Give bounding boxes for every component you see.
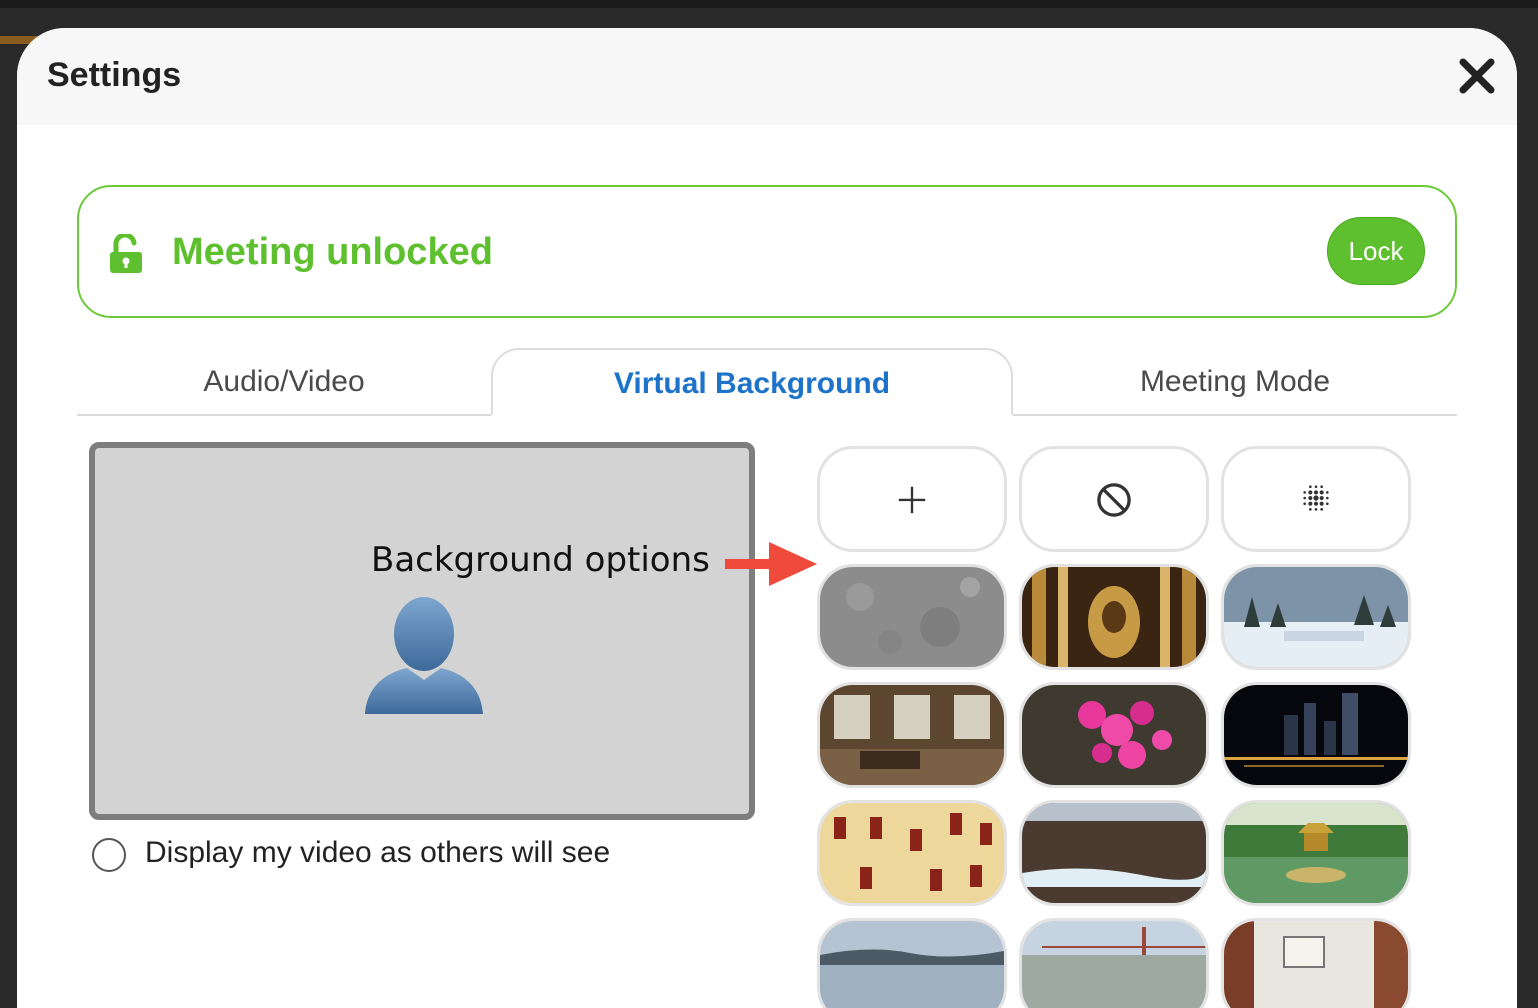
background-thumbnail-ornate-hall[interactable] [1019,564,1209,670]
add-background-icon [898,486,926,514]
person-silhouette-icon [365,597,483,714]
background-thumbnail-building-facade[interactable] [817,800,1007,906]
background-thumbnail-pagoda-garden[interactable] [1221,800,1411,906]
tab-meeting-mode[interactable]: Meeting Mode [1013,348,1457,416]
background-thumbnail-stone-texture[interactable] [817,564,1007,670]
lock-button[interactable]: Lock [1327,217,1425,285]
background-thumbnail-pink-flowers[interactable] [1019,682,1209,788]
settings-dialog: Settings Meeting unlocked Lock Audio/Vid… [17,28,1517,1008]
blur-background-icon [1303,485,1329,511]
tab-virtual-background[interactable]: Virtual Background [491,348,1013,416]
red-arrow-icon [725,542,817,586]
background-thumbnail-snowy-landscape[interactable] [1221,564,1411,670]
background-thumbnail-library-room[interactable] [1221,918,1411,1008]
unlocked-padlock-icon [110,234,142,273]
no-background-icon [1097,483,1131,517]
video-preview: Background options [89,442,817,820]
meeting-lock-banner: Meeting unlocked Lock [77,185,1457,318]
app-top-strip [0,0,1538,8]
background-thumbnail-living-room[interactable] [817,682,1007,788]
background-thumbnail-glacier[interactable] [1019,800,1209,906]
display-video-label: Display my video as others will see [145,836,611,869]
close-button[interactable] [1455,54,1499,98]
lock-status-text: Meeting unlocked [172,231,493,273]
add-background-button[interactable] [817,446,1007,552]
no-background-button[interactable] [1019,446,1209,552]
dialog-title: Settings [47,56,182,94]
blur-background-button[interactable] [1221,446,1411,552]
display-video-radio[interactable] [92,838,126,872]
background-options-annotation: Background options [371,540,710,580]
background-thumbnail-city-night[interactable] [1221,682,1411,788]
background-thumbnail-harbor-bridge[interactable] [1019,918,1209,1008]
background-thumbnail-lake-mountains[interactable] [817,918,1007,1008]
dialog-header: Settings [17,28,1517,125]
close-icon [1459,58,1495,94]
tab-audio-video[interactable]: Audio/Video [77,348,491,416]
